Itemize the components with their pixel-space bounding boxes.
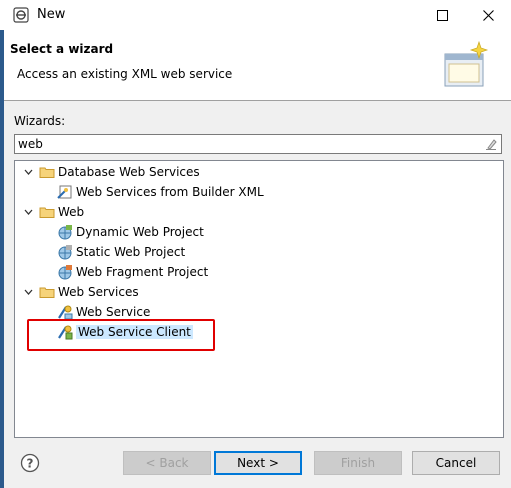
wizard-footer: ? < Back Next > Finish Cancel	[4, 441, 511, 488]
finish-button[interactable]: Finish	[314, 451, 402, 475]
maximize-button[interactable]	[419, 0, 465, 30]
maximize-icon	[436, 9, 448, 21]
wizard-content: Wizards: Database Web Services Web Servi…	[4, 101, 511, 441]
tree-item-web-services-from-builder-xml[interactable]: Web Services from Builder XML	[57, 182, 264, 202]
wizard-filter-field[interactable]	[14, 134, 502, 154]
close-icon	[482, 9, 494, 21]
header-description: Access an existing XML web service	[17, 67, 233, 81]
clear-filter-icon[interactable]	[485, 138, 497, 150]
folder-icon	[39, 167, 55, 178]
tree-item-web-fragment-project[interactable]: Web Fragment Project	[57, 262, 208, 282]
tree-item-static-web-project[interactable]: Static Web Project	[57, 242, 185, 262]
web-services-xml-icon	[57, 185, 72, 199]
wizard-banner-icon	[444, 40, 489, 87]
tree-folder-database-web-services[interactable]: Database Web Services	[23, 162, 200, 182]
next-button[interactable]: Next >	[214, 451, 302, 475]
tree-label: Web Fragment Project	[76, 265, 209, 279]
wizard-header: Select a wizard Access an existing XML w…	[4, 30, 511, 101]
tree-label: Web Services	[58, 285, 139, 299]
help-icon[interactable]: ?	[20, 453, 40, 473]
web-fragment-project-icon	[58, 265, 72, 280]
tree-label: Dynamic Web Project	[76, 225, 204, 239]
back-button[interactable]: < Back	[123, 451, 211, 475]
header-title: Select a wizard	[10, 42, 114, 56]
tree-item-dynamic-web-project[interactable]: Dynamic Web Project	[57, 222, 204, 242]
folder-icon	[39, 287, 55, 298]
static-web-project-icon	[58, 245, 72, 260]
svg-text:?: ?	[27, 457, 34, 471]
wizards-label: Wizards:	[14, 114, 66, 128]
filter-input[interactable]	[18, 136, 478, 152]
window-title: New	[37, 7, 66, 22]
eclipse-app-icon	[13, 7, 29, 23]
tree-label: Web	[58, 205, 85, 219]
close-button[interactable]	[465, 0, 511, 30]
cancel-button[interactable]: Cancel	[412, 451, 500, 475]
tree-label: Database Web Services	[58, 165, 200, 179]
tree-folder-web[interactable]: Web	[23, 202, 84, 222]
tree-label: Web Services from Builder XML	[76, 185, 264, 199]
tree-label: Static Web Project	[76, 245, 186, 259]
chevron-down-icon[interactable]	[23, 162, 33, 182]
title-bar: New	[4, 0, 511, 30]
wizard-tree[interactable]: Database Web Services Web Services from …	[14, 160, 504, 438]
dynamic-web-project-icon	[58, 225, 72, 240]
web-service-icon	[58, 305, 73, 320]
chevron-down-icon[interactable]	[23, 202, 33, 222]
folder-icon	[39, 207, 55, 218]
chevron-down-icon[interactable]	[23, 282, 33, 302]
tree-label: Web Service	[76, 305, 151, 319]
tree-folder-web-services[interactable]: Web Services	[23, 282, 139, 302]
highlight-annotation-box	[27, 319, 215, 351]
